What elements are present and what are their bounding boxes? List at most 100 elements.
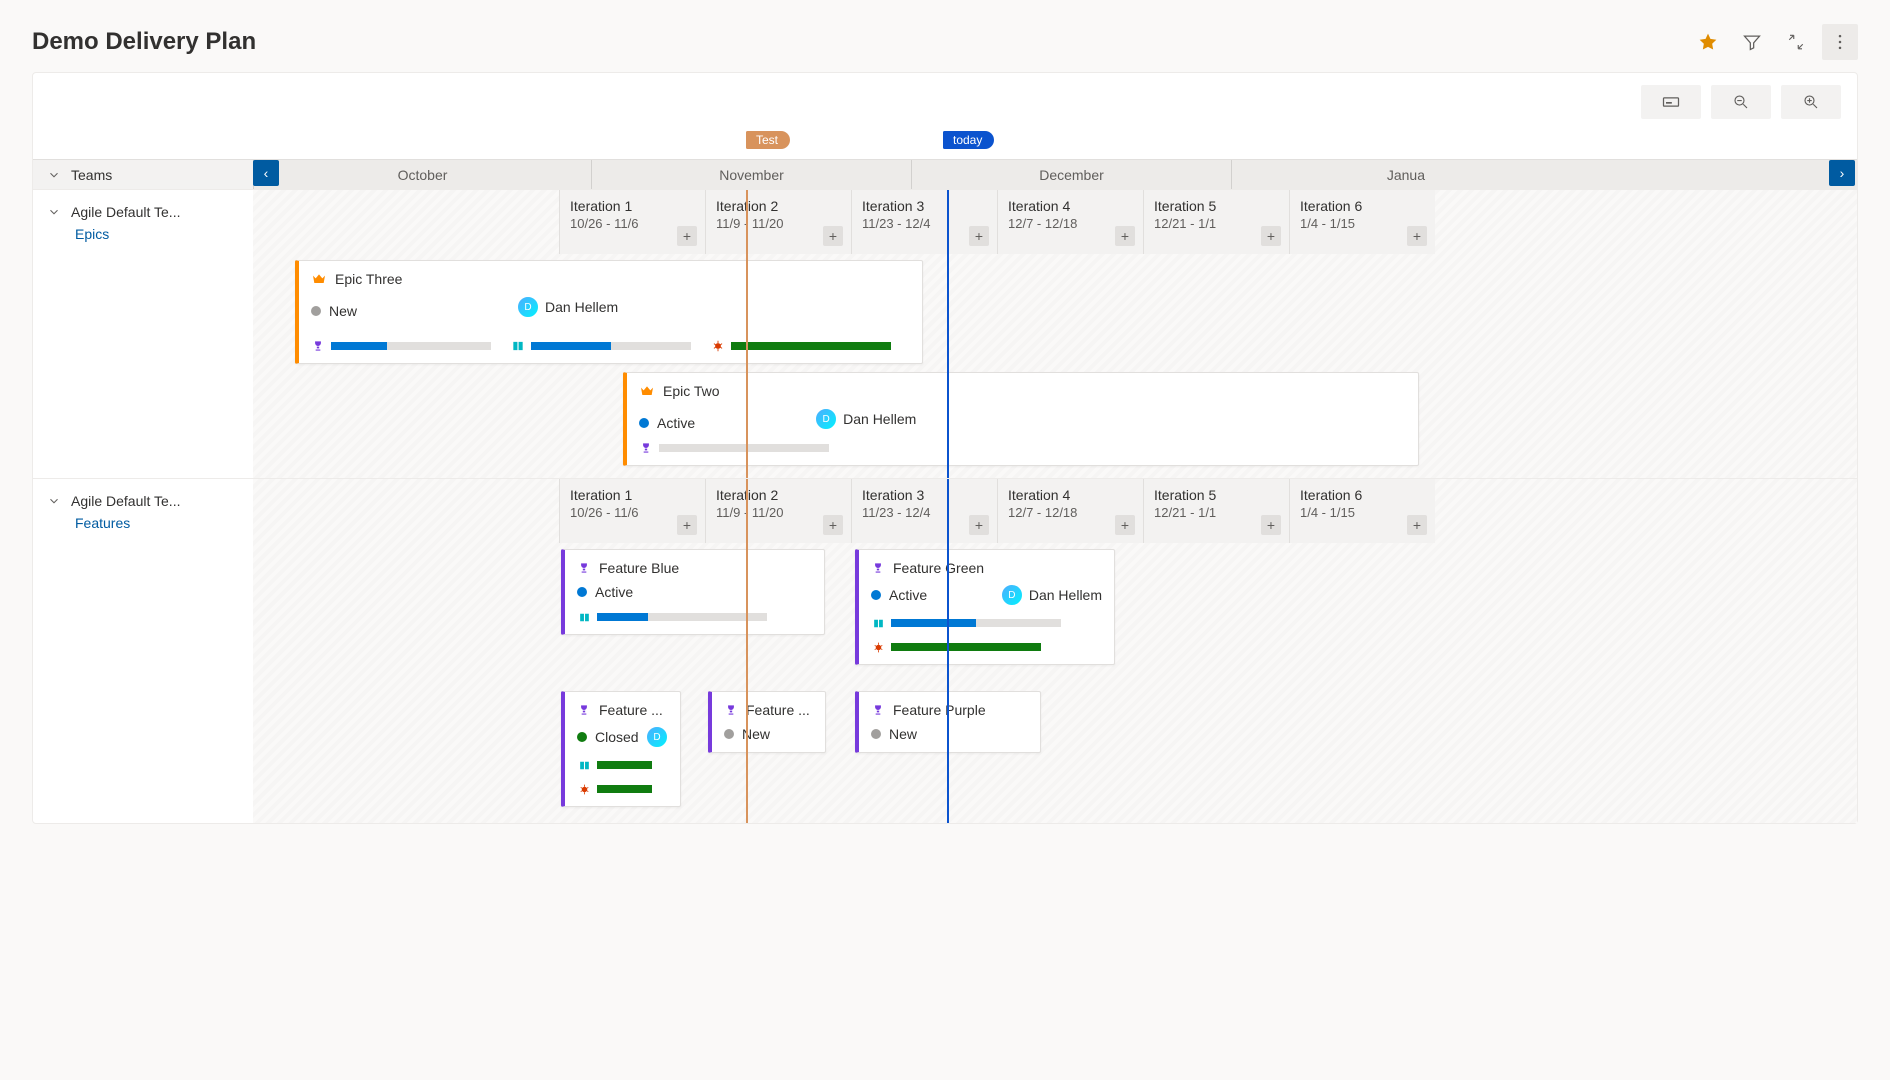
status-dot: [871, 729, 881, 739]
iteration-name: Iteration 4: [1008, 198, 1133, 214]
card-status: Active: [889, 587, 927, 603]
status-dot: [577, 732, 587, 742]
iteration-name: Iteration 1: [570, 198, 695, 214]
add-item-button[interactable]: +: [677, 515, 697, 535]
iteration-column[interactable]: Iteration 412/7 - 12/18+: [997, 479, 1143, 543]
card-feature-green[interactable]: Feature Green Active DDan Hellem: [855, 549, 1115, 665]
iteration-column[interactable]: Iteration 110/26 - 11/6+: [559, 479, 705, 543]
card-view-button[interactable]: [1641, 85, 1701, 119]
iteration-name: Iteration 5: [1154, 198, 1279, 214]
card-assignee[interactable]: DDan Hellem: [1001, 584, 1102, 606]
avatar: D: [815, 408, 837, 430]
add-item-button[interactable]: +: [823, 515, 843, 535]
card-epic-two[interactable]: Epic Two Active DDan Hellem: [623, 372, 1419, 466]
book-icon: [577, 758, 591, 772]
iteration-column[interactable]: Iteration 311/23 - 12/4+: [851, 479, 997, 543]
team-row-features[interactable]: Agile Default Te...: [47, 493, 239, 509]
marker-test[interactable]: Test: [746, 131, 790, 149]
card-feature-blue[interactable]: Feature Blue Active: [561, 549, 825, 635]
add-item-button[interactable]: +: [1261, 515, 1281, 535]
star-icon: [1698, 32, 1718, 52]
assignee-name: Dan Hellem: [545, 299, 618, 315]
book-icon: [511, 339, 525, 353]
teams-label: Teams: [71, 167, 112, 183]
zoom-out-button[interactable]: [1711, 85, 1771, 119]
month-november: November: [591, 160, 911, 189]
card-status: Active: [595, 584, 633, 600]
marker-today: today: [943, 131, 994, 149]
epic-icon: [311, 271, 327, 287]
add-item-button[interactable]: +: [1115, 226, 1135, 246]
iteration-column[interactable]: Iteration 110/26 - 11/6+: [559, 190, 705, 254]
iteration-name: Iteration 6: [1300, 198, 1425, 214]
scroll-left-button[interactable]: ‹: [253, 160, 279, 186]
iteration-column[interactable]: Iteration 61/4 - 1/15+: [1289, 190, 1435, 254]
card-title: Feature ...: [599, 702, 663, 718]
card-title: Feature Green: [893, 560, 984, 576]
iteration-name: Iteration 6: [1300, 487, 1425, 503]
collapse-icon: [1787, 33, 1805, 51]
iteration-name: Iteration 1: [570, 487, 695, 503]
assignee-name: Dan Hellem: [843, 411, 916, 427]
favorite-button[interactable]: [1690, 24, 1726, 60]
iteration-name: Iteration 2: [716, 198, 841, 214]
card-icon: [1661, 92, 1681, 112]
iteration-column[interactable]: Iteration 412/7 - 12/18+: [997, 190, 1143, 254]
add-item-button[interactable]: +: [1261, 226, 1281, 246]
teams-header[interactable]: Teams: [33, 159, 253, 189]
card-status: New: [889, 726, 917, 742]
zoom-in-button[interactable]: [1781, 85, 1841, 119]
add-item-button[interactable]: +: [1407, 226, 1427, 246]
iteration-column[interactable]: Iteration 311/23 - 12/4+: [851, 190, 997, 254]
collapse-button[interactable]: [1778, 24, 1814, 60]
card-epic-three[interactable]: Epic Three New DDan Hellem: [295, 260, 923, 364]
trophy-icon: [311, 339, 325, 353]
card-feature-new[interactable]: Feature ... New: [708, 691, 826, 753]
bug-icon: [577, 782, 591, 796]
iteration-name: Iteration 2: [716, 487, 841, 503]
add-item-button[interactable]: +: [1407, 515, 1427, 535]
add-item-button[interactable]: +: [677, 226, 697, 246]
card-status: Active: [657, 415, 695, 431]
iteration-column[interactable]: Iteration 211/9 - 11/20+: [705, 190, 851, 254]
iteration-column[interactable]: Iteration 512/21 - 1/1+: [1143, 190, 1289, 254]
backlog-link-features[interactable]: Features: [75, 515, 239, 531]
add-item-button[interactable]: +: [1115, 515, 1135, 535]
epic-icon: [639, 383, 655, 399]
iteration-name: Iteration 4: [1008, 487, 1133, 503]
card-title: Epic Three: [335, 271, 402, 287]
filter-button[interactable]: [1734, 24, 1770, 60]
book-icon: [577, 610, 591, 624]
card-assignee[interactable]: D Dan Hellem: [517, 296, 618, 318]
iteration-name: Iteration 5: [1154, 487, 1279, 503]
backlog-link-epics[interactable]: Epics: [75, 226, 239, 242]
card-assignee[interactable]: D Dan Hellem: [815, 408, 916, 430]
month-january: Janua: [1231, 160, 1435, 189]
card-feature-closed[interactable]: Feature ... Closed D: [561, 691, 681, 807]
month-december: December: [911, 160, 1231, 189]
team-row-epics[interactable]: Agile Default Te...: [47, 204, 239, 220]
iteration-name: Iteration 3: [862, 487, 987, 503]
feature-icon: [871, 703, 885, 717]
avatar[interactable]: D: [646, 726, 668, 748]
add-item-button[interactable]: +: [823, 226, 843, 246]
iteration-column[interactable]: Iteration 512/21 - 1/1+: [1143, 479, 1289, 543]
bug-icon: [711, 339, 725, 353]
add-item-button[interactable]: +: [969, 226, 989, 246]
status-dot: [639, 418, 649, 428]
status-dot: [577, 587, 587, 597]
avatar: D: [517, 296, 539, 318]
iteration-column[interactable]: Iteration 211/9 - 11/20+: [705, 479, 851, 543]
team-name: Agile Default Te...: [71, 204, 180, 220]
iteration-name: Iteration 3: [862, 198, 987, 214]
more-button[interactable]: [1822, 24, 1858, 60]
add-item-button[interactable]: +: [969, 515, 989, 535]
book-icon: [871, 616, 885, 630]
scroll-right-button[interactable]: ›: [1829, 160, 1855, 186]
status-dot: [311, 306, 321, 316]
trophy-icon: [639, 441, 653, 455]
card-title: Feature Blue: [599, 560, 679, 576]
feature-icon: [724, 703, 738, 717]
chevron-down-icon: [47, 205, 61, 219]
iteration-column[interactable]: Iteration 61/4 - 1/15+: [1289, 479, 1435, 543]
